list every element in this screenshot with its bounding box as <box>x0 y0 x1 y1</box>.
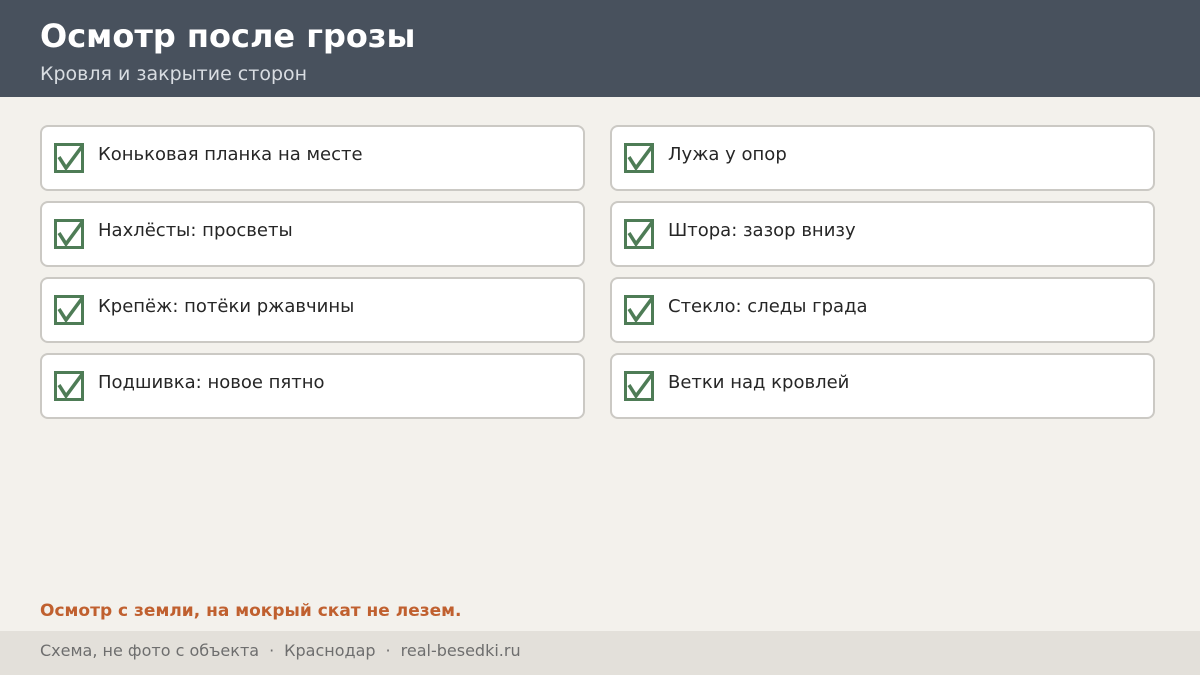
checklist-item[interactable]: Стекло: следы града <box>610 277 1155 343</box>
checklist-item-label: Нахлёсты: просветы <box>98 220 293 241</box>
footer-note: Схема, не фото с объекта <box>40 641 260 660</box>
footer: Схема, не фото с объекта · Краснодар · real-… <box>0 631 1200 675</box>
checklist-item[interactable]: Коньковая планка на месте <box>40 125 585 191</box>
checklist-item[interactable]: Лужа у опор <box>610 125 1155 191</box>
checklist-item[interactable]: Нахлёсты: просветы <box>40 201 585 267</box>
checkbox-checked-icon[interactable] <box>54 295 84 325</box>
checklist-item-label: Ветки над кровлей <box>668 372 850 393</box>
checkbox-checked-icon[interactable] <box>624 371 654 401</box>
checklist-item-label: Подшивка: новое пятно <box>98 372 325 393</box>
checklist-item-label: Коньковая планка на месте <box>98 144 363 165</box>
header: Осмотр после грозы Кровля и закрытие сто… <box>0 0 1200 97</box>
checklist-item-label: Стекло: следы града <box>668 296 868 317</box>
checkbox-checked-icon[interactable] <box>54 371 84 401</box>
checklist-item[interactable]: Штора: зазор внизу <box>610 201 1155 267</box>
checkbox-checked-icon[interactable] <box>624 219 654 249</box>
checklist-item[interactable]: Крепёж: потёки ржавчины <box>40 277 585 343</box>
checkbox-checked-icon[interactable] <box>624 143 654 173</box>
footer-credits: Схема, не фото с объекта · Краснодар · real-… <box>40 641 521 661</box>
page-title: Осмотр после грозы <box>40 17 416 55</box>
footer-site-link[interactable]: real-besedki.ru <box>401 641 521 660</box>
checklist-item-label: Лужа у опор <box>668 144 787 165</box>
page: Осмотр после грозы Кровля и закрытие сто… <box>0 0 1200 675</box>
footer-separator: · <box>385 641 391 660</box>
checklist-item[interactable]: Подшивка: новое пятно <box>40 353 585 419</box>
checklist-item[interactable]: Ветки над кровлей <box>610 353 1155 419</box>
checkbox-checked-icon[interactable] <box>54 219 84 249</box>
checklist-item-label: Штора: зазор внизу <box>668 220 856 241</box>
checkbox-checked-icon[interactable] <box>624 295 654 325</box>
page-subtitle: Кровля и закрытие сторон <box>40 63 308 85</box>
footer-separator: · <box>269 641 275 660</box>
checkbox-checked-icon[interactable] <box>54 143 84 173</box>
checklist-item-label: Крепёж: потёки ржавчины <box>98 296 355 317</box>
footer-city: Краснодар <box>284 641 376 660</box>
safety-warning: Осмотр с земли, на мокрый скат не лезем. <box>40 601 462 621</box>
